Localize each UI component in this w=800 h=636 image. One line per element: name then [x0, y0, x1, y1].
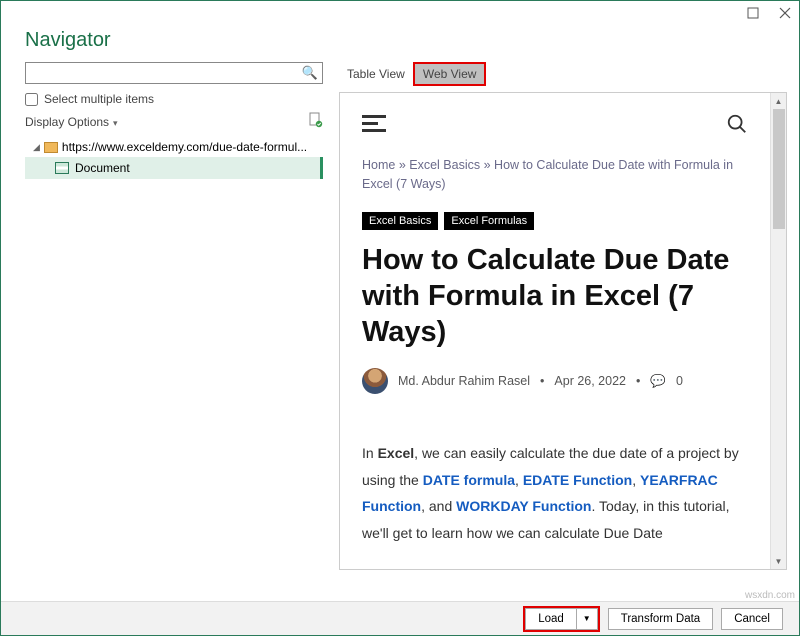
scrollbar[interactable]: ▲ ▼	[770, 93, 786, 569]
dot-icon: •	[540, 374, 544, 388]
maximize-icon[interactable]	[747, 6, 759, 24]
dot-icon: •	[636, 374, 640, 388]
select-multiple-checkbox[interactable]	[25, 93, 38, 106]
footer: Load ▼ Transform Data Cancel	[1, 601, 799, 635]
breadcrumb-home[interactable]: Home	[362, 158, 395, 172]
display-options-label: Display Options	[25, 115, 109, 129]
comment-icon: 💬	[650, 374, 666, 389]
highlight-load: Load ▼	[523, 606, 600, 632]
tree-url-label: https://www.exceldemy.com/due-date-formu…	[62, 140, 307, 154]
view-tabs: Table View Web View	[339, 62, 799, 90]
refresh-icon[interactable]	[307, 112, 323, 131]
table-icon	[55, 162, 69, 174]
load-button[interactable]: Load	[525, 608, 577, 630]
tree-document-label: Document	[75, 161, 130, 175]
article-body: In Excel, we can easily calculate the du…	[362, 440, 748, 546]
highlight-web-view: Web View	[413, 62, 487, 86]
close-icon[interactable]	[779, 6, 791, 24]
link-edate[interactable]: EDATE Function	[523, 472, 632, 488]
scrollbar-thumb[interactable]	[773, 109, 785, 229]
tree-url-node[interactable]: ◢ https://www.exceldemy.com/due-date-for…	[25, 137, 323, 157]
tags: Excel Basics Excel Formulas	[362, 212, 748, 230]
preview-pane: Table View Web View Home » Excel Basics …	[339, 62, 799, 607]
display-options[interactable]: Display Options ▾	[25, 112, 323, 131]
select-multiple-row[interactable]: Select multiple items	[25, 92, 339, 106]
avatar	[362, 368, 388, 394]
tag[interactable]: Excel Formulas	[444, 212, 534, 230]
comment-count: 0	[676, 374, 683, 388]
navigator-pane: 🔍 Select multiple items Display Options ▾…	[1, 62, 339, 607]
folder-icon	[44, 142, 58, 153]
tree-document-node[interactable]: Document	[25, 157, 323, 179]
scroll-down-icon[interactable]: ▼	[771, 553, 786, 569]
search-box[interactable]: 🔍	[25, 62, 323, 84]
chevron-down-icon: ▾	[113, 118, 118, 128]
tag[interactable]: Excel Basics	[362, 212, 438, 230]
scroll-up-icon[interactable]: ▲	[771, 93, 786, 109]
publish-date: Apr 26, 2022	[554, 374, 626, 388]
window-title: Navigator	[1, 29, 799, 62]
search-icon[interactable]	[726, 113, 748, 135]
search-icon[interactable]: 🔍	[302, 65, 318, 81]
select-multiple-label: Select multiple items	[44, 92, 154, 106]
breadcrumb: Home » Excel Basics » How to Calculate D…	[362, 156, 748, 194]
article-meta: Md. Abdur Rahim Rasel • Apr 26, 2022 • 💬…	[362, 368, 748, 394]
cancel-button[interactable]: Cancel	[721, 608, 783, 630]
transform-data-button[interactable]: Transform Data	[608, 608, 713, 630]
search-input[interactable]	[30, 66, 302, 80]
article-title: How to Calculate Due Date with Formula i…	[362, 242, 748, 351]
web-preview: Home » Excel Basics » How to Calculate D…	[340, 93, 770, 569]
collapse-icon[interactable]: ◢	[33, 142, 40, 153]
tab-web-view[interactable]: Web View	[415, 64, 485, 84]
link-date-formula[interactable]: DATE formula	[423, 472, 515, 488]
tree: ◢ https://www.exceldemy.com/due-date-for…	[25, 137, 339, 179]
load-dropdown-button[interactable]: ▼	[577, 608, 598, 630]
author: Md. Abdur Rahim Rasel	[398, 374, 530, 388]
link-workday[interactable]: WORKDAY Function	[456, 498, 591, 514]
breadcrumb-category[interactable]: Excel Basics	[409, 158, 480, 172]
titlebar	[1, 1, 799, 29]
tab-table-view[interactable]: Table View	[339, 64, 413, 84]
hamburger-icon[interactable]	[362, 111, 386, 136]
watermark: wsxdn.com	[745, 590, 795, 601]
